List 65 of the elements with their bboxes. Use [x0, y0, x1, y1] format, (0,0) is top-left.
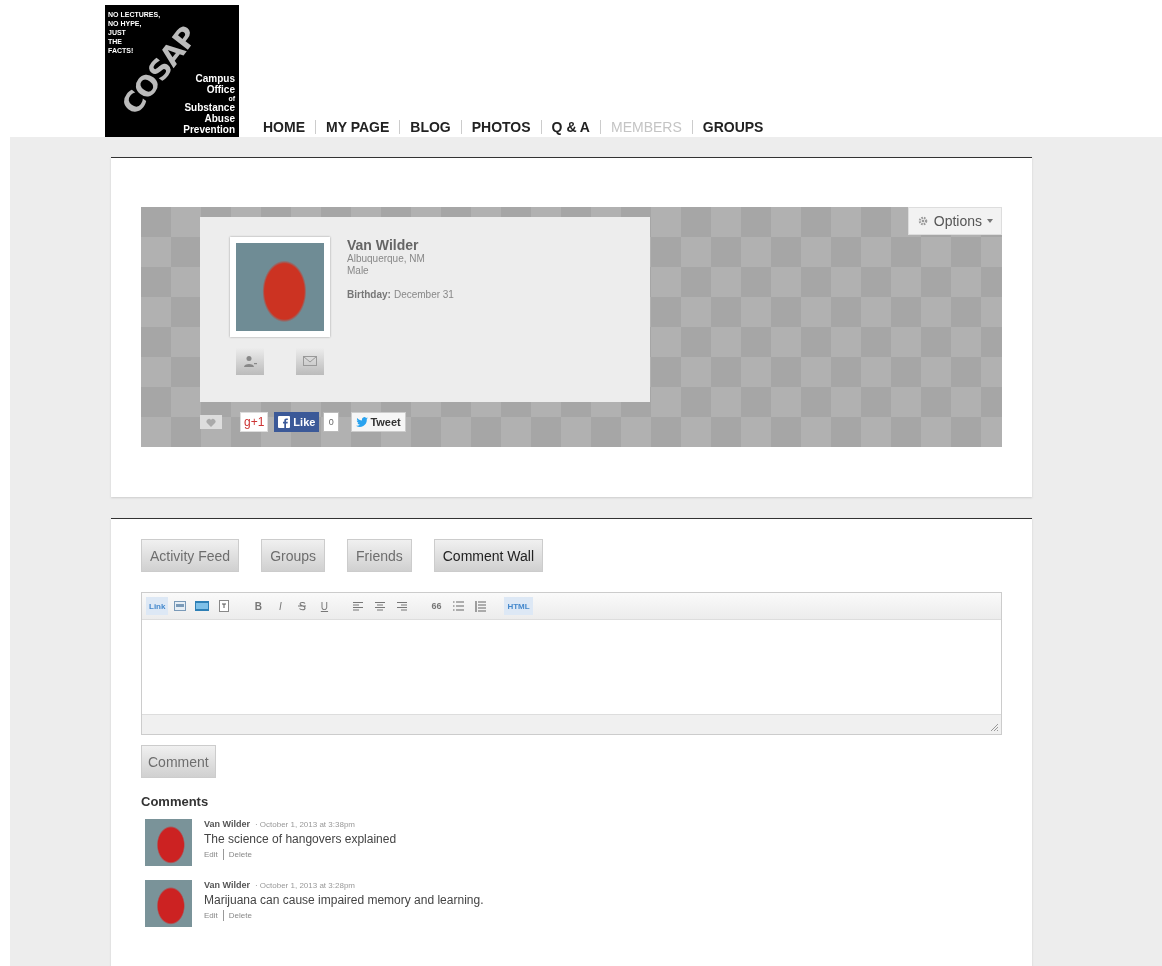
- photo-placeholder: [145, 880, 192, 927]
- logo-org-name: Office: [206, 84, 235, 95]
- like-count: 0: [323, 412, 340, 432]
- nav-link[interactable]: BLOG: [400, 119, 461, 135]
- envelope-icon: [303, 356, 317, 366]
- profile-tab[interactable]: Activity Feed: [141, 539, 240, 572]
- video-icon: [195, 601, 210, 611]
- nav-link[interactable]: GROUPS: [692, 119, 774, 135]
- logo-org-name: Campus: [195, 73, 235, 84]
- quote-button[interactable]: 66: [426, 597, 447, 615]
- profile-tab[interactable]: Friends: [347, 539, 412, 572]
- comment-text: Marijuana can cause impaired memory and learning.: [204, 893, 484, 907]
- edit-link[interactable]: Edit: [204, 911, 218, 920]
- nav-link[interactable]: HOME: [257, 119, 315, 135]
- profile-name: Van Wilder: [347, 237, 420, 253]
- file-icon: [219, 600, 230, 612]
- italic-button[interactable]: I: [270, 597, 291, 615]
- strikethrough-icon: [297, 601, 308, 611]
- delete-link[interactable]: Delete: [228, 911, 252, 920]
- comment-author[interactable]: Van Wilder: [204, 880, 250, 890]
- gear-icon: [916, 215, 929, 227]
- message-button[interactable]: [296, 347, 324, 375]
- caret-icon: [987, 219, 993, 223]
- image-icon: [174, 601, 187, 611]
- comment-time: · October 1, 2013 at 3:28pm: [254, 881, 355, 890]
- profile-gender: Male: [347, 265, 370, 277]
- add-friend-button[interactable]: [236, 347, 264, 375]
- profile-tab[interactable]: Groups: [261, 539, 326, 572]
- profile-location: Albuquerque, NM: [347, 253, 426, 265]
- birthday-value: December 31: [393, 289, 454, 300]
- logo-org-name: Abuse: [204, 113, 235, 124]
- comment-time: · October 1, 2013 at 3:38pm: [254, 820, 355, 829]
- bold-button[interactable]: B: [248, 597, 269, 615]
- nav-link[interactable]: PHOTOS: [461, 119, 541, 135]
- birthday-label: Birthday:: [347, 289, 391, 300]
- google-plus-button[interactable]: g+1: [240, 412, 269, 432]
- align-center-icon: [375, 601, 386, 611]
- resize-handle-icon: [990, 723, 998, 731]
- comment-button[interactable]: Comment: [141, 745, 216, 778]
- bullet-list-icon: [452, 601, 464, 611]
- edit-link[interactable]: Edit: [204, 850, 218, 859]
- tweet-button[interactable]: Tweet: [351, 412, 406, 432]
- facebook-icon: [278, 416, 291, 428]
- logo-org-name: Prevention: [183, 124, 235, 135]
- html-button[interactable]: HTML: [504, 597, 533, 615]
- align-left-icon: [353, 601, 364, 611]
- heart-icon: [206, 417, 216, 427]
- underline-button[interactable]: U: [314, 597, 335, 615]
- comment-author[interactable]: Van Wilder: [204, 819, 250, 829]
- nav-link[interactable]: MY PAGE: [316, 119, 400, 135]
- options-button[interactable]: Options: [907, 207, 1002, 235]
- profile-tab[interactable]: Comment Wall: [433, 539, 544, 572]
- comment-editor[interactable]: Link B I U 66 HTML: [141, 592, 1002, 735]
- numbered-list-icon: [474, 600, 486, 612]
- align-right-icon: [397, 601, 408, 611]
- bird-icon: [356, 417, 369, 427]
- comments-heading: Comments: [141, 794, 210, 809]
- delete-link[interactable]: Delete: [228, 850, 252, 859]
- comment-text: The science of hangovers explained: [204, 832, 397, 846]
- like-heart-button[interactable]: [200, 415, 222, 429]
- photo-placeholder: [145, 819, 192, 866]
- facebook-like-button[interactable]: Like: [274, 412, 320, 432]
- person-icon: [243, 355, 257, 367]
- nav-link[interactable]: Q & A: [541, 119, 600, 135]
- link-button[interactable]: Link: [146, 597, 169, 615]
